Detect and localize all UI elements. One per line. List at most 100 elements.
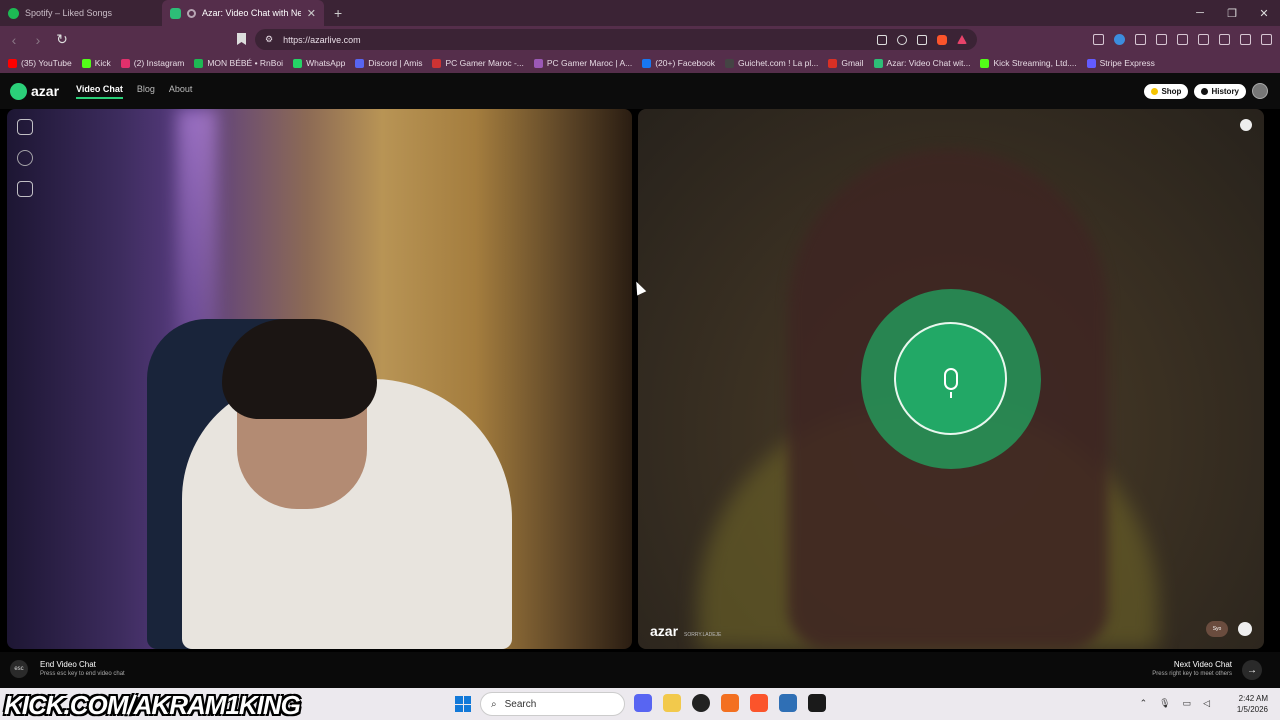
close-tab-icon[interactable]: ✕: [307, 7, 316, 20]
tab-azar[interactable]: Azar: Video Chat with New Pe ✕: [162, 0, 324, 26]
file-explorer-icon[interactable]: [663, 694, 681, 712]
filter-icon[interactable]: [17, 181, 33, 197]
profile-avatar[interactable]: [1252, 83, 1268, 99]
bookmark-label: Stripe Express: [1099, 58, 1155, 68]
app-icon[interactable]: [721, 694, 739, 712]
brave-shields-icon[interactable]: [937, 34, 947, 45]
history-label: History: [1211, 86, 1239, 96]
brave-icon[interactable]: [750, 694, 768, 712]
terminal-icon[interactable]: [808, 694, 826, 712]
bookmark-item[interactable]: Discord | Amis: [355, 58, 422, 68]
tab-title: Spotify – Liked Songs: [25, 8, 113, 18]
back-icon[interactable]: ‹: [4, 32, 24, 48]
bookmark-item[interactable]: (2) Instagram: [120, 58, 184, 68]
azar-logo[interactable]: azar: [10, 82, 59, 100]
end-video-chat[interactable]: End Video Chat Press esc key to end vide…: [40, 660, 125, 677]
puzzle-icon[interactable]: [1135, 34, 1146, 45]
end-subtitle: Press esc key to end video chat: [40, 671, 125, 677]
taskbar-search[interactable]: ⌕ Search: [480, 692, 625, 716]
partner-avatar[interactable]: Syo: [1206, 621, 1228, 637]
bookmark-label: MON BÉBÉ • RnBoi: [207, 58, 284, 68]
nav-blog[interactable]: Blog: [137, 84, 155, 99]
bookmark-item[interactable]: (20+) Facebook: [642, 58, 715, 68]
effects-icon[interactable]: [17, 150, 33, 166]
bookmark-label: Gmail: [841, 58, 864, 68]
minimize-icon[interactable]: ─: [1184, 0, 1216, 26]
bookmark-item[interactable]: Stripe Express: [1086, 58, 1155, 68]
url-field[interactable]: ⚙ https://azarlive.com: [255, 29, 977, 50]
report-icon[interactable]: [1240, 119, 1252, 131]
shop-label: Shop: [1161, 86, 1182, 96]
esc-key-button[interactable]: esc: [10, 660, 28, 678]
search-placeholder: Search: [504, 698, 537, 710]
reload-icon[interactable]: ↻: [52, 31, 72, 48]
bookmark-label: Azar: Video Chat wit...: [886, 58, 971, 68]
bookmark-item[interactable]: WhatsApp: [293, 58, 345, 68]
tab-spotify[interactable]: Spotify – Liked Songs: [0, 0, 162, 26]
bookmark-label: (35) YouTube: [21, 58, 72, 68]
bookmark-favicon-icon: [828, 58, 838, 68]
address-bar-row: ‹ › ↻ ⚙ https://azarlive.com: [0, 26, 1280, 53]
system-tray: ⌃ 🎙 ▭ ◁: [1140, 698, 1210, 709]
brave-rewards-icon[interactable]: [957, 34, 967, 44]
microphone-button[interactable]: [894, 322, 1007, 435]
bookmark-label: Kick: [94, 58, 111, 68]
vpn-icon[interactable]: [1240, 34, 1251, 45]
bookmark-item[interactable]: Kick: [81, 58, 111, 68]
forward-icon[interactable]: ›: [28, 32, 48, 48]
url-text: https://azarlive.com: [283, 34, 361, 45]
next-video-chat[interactable]: Next Video Chat Press right key to meet …: [1152, 660, 1232, 677]
site-settings-icon[interactable]: ⚙: [265, 34, 273, 45]
zoom-icon[interactable]: [897, 34, 907, 45]
sound-icon[interactable]: [1093, 34, 1104, 45]
share-icon[interactable]: [917, 34, 927, 45]
nav-video-chat[interactable]: Video Chat: [76, 84, 123, 99]
bookmark-item[interactable]: PC Gamer Maroc | A...: [533, 58, 632, 68]
mic-tray-icon[interactable]: 🎙: [1159, 698, 1170, 709]
end-title: End Video Chat: [40, 660, 96, 669]
discord-icon[interactable]: [634, 694, 652, 712]
cast-icon[interactable]: [877, 34, 887, 45]
bookmark-item[interactable]: (35) YouTube: [8, 58, 72, 68]
volume-icon[interactable]: ◁: [1203, 698, 1210, 709]
window-controls: ─ ❐ ✕: [1184, 0, 1280, 26]
microphone-icon: [943, 367, 958, 398]
start-icon[interactable]: [455, 696, 471, 712]
store-icon[interactable]: [779, 694, 797, 712]
media-icon[interactable]: [1156, 34, 1167, 45]
new-tab-button[interactable]: +: [324, 5, 352, 21]
bookmark-item[interactable]: Azar: Video Chat wit...: [873, 58, 971, 68]
stream-overlay-text: KICK.COM/AKRAM1KING: [4, 690, 301, 720]
bookmark-favicon-icon: [194, 58, 204, 68]
bookmark-label: PC Gamer Maroc -...: [445, 58, 524, 68]
chat-icon[interactable]: [1238, 622, 1252, 636]
next-arrow-icon[interactable]: →: [1242, 660, 1262, 680]
maximize-icon[interactable]: ❐: [1216, 0, 1248, 26]
menu-icon[interactable]: [1261, 34, 1272, 45]
obs-icon[interactable]: [692, 694, 710, 712]
wallet-icon[interactable]: [1198, 34, 1209, 45]
network-icon[interactable]: ▭: [1183, 698, 1192, 709]
bookmark-item[interactable]: Kick Streaming, Ltd....: [980, 58, 1077, 68]
bookmark-favicon-icon: [980, 58, 990, 68]
chevron-up-icon[interactable]: ⌃: [1140, 698, 1148, 709]
clock[interactable]: 2:42 AM 1/5/2026: [1237, 693, 1268, 715]
bookmark-item[interactable]: MON BÉBÉ • RnBoi: [194, 58, 283, 68]
leo-icon[interactable]: [1219, 34, 1230, 45]
extension-icon[interactable]: [1114, 34, 1125, 45]
local-video: [7, 109, 632, 649]
sidebar-icon[interactable]: [1177, 34, 1188, 45]
shop-button[interactable]: Shop: [1144, 83, 1189, 99]
partner-label: Syo: [1212, 626, 1222, 632]
bookmark-item[interactable]: Guichet.com ! La pl...: [725, 58, 818, 68]
close-window-icon[interactable]: ✕: [1248, 0, 1280, 26]
watermark-sub: SORRY.LADEJE: [684, 632, 722, 638]
spotify-icon: [8, 7, 19, 19]
bookmark-item[interactable]: PC Gamer Maroc -...: [432, 58, 524, 68]
bookmark-item[interactable]: Gmail: [828, 58, 864, 68]
nav-about[interactable]: About: [169, 84, 193, 99]
bookmark-label: Discord | Amis: [368, 58, 423, 68]
history-button[interactable]: History: [1194, 83, 1246, 99]
camera-switch-icon[interactable]: [17, 119, 33, 135]
bookmark-icon[interactable]: [237, 33, 246, 45]
